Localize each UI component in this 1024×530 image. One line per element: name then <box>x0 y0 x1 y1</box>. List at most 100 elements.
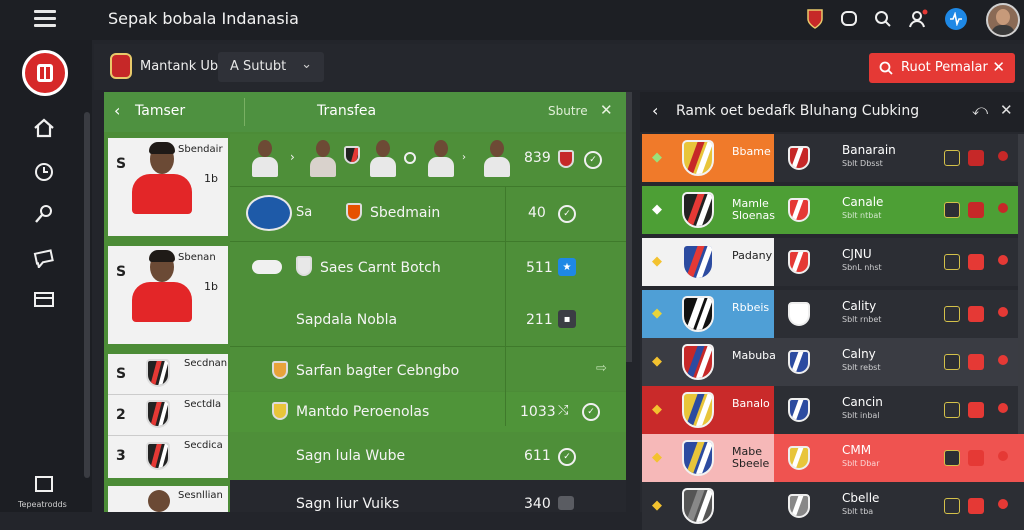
search-icon[interactable] <box>872 8 894 30</box>
return-icon[interactable]: ⤺ <box>972 101 988 119</box>
status-icon[interactable] <box>968 402 984 418</box>
divider <box>244 98 245 126</box>
ranking-row[interactable]: ◆ Mabe Sbeele CMM Sblt Dbar <box>642 434 1024 482</box>
close-icon[interactable]: ✕ <box>1000 101 1013 119</box>
club-card[interactable]: 2 Sectdla <box>108 394 228 435</box>
opponent-name: CJNU SbnL nhst <box>842 248 882 274</box>
opponent-crest-icon <box>788 398 810 422</box>
clock-icon[interactable] <box>30 160 58 184</box>
rank-indicator-icon: ◆ <box>652 450 662 465</box>
back-icon[interactable]: ‹ <box>652 101 658 120</box>
opponent-crest-icon <box>788 302 810 326</box>
shield-icon <box>944 150 960 166</box>
player-thumb <box>310 140 336 178</box>
search-icon[interactable] <box>30 202 58 226</box>
club-card[interactable]: 3 Secdica <box>108 435 228 478</box>
check-icon[interactable]: ✓ <box>584 151 602 169</box>
transfer-row[interactable]: Saes Carnt Botch 511 ★ <box>230 242 626 294</box>
hamburger-menu-icon[interactable] <box>34 10 56 28</box>
club-card[interactable]: S Secdnan <box>108 354 228 394</box>
close-icon[interactable]: ✕ <box>992 58 1005 76</box>
user-alert-icon[interactable] <box>907 8 929 30</box>
season-dropdown[interactable]: A Sutubt ⌄ <box>218 52 324 82</box>
ranking-row[interactable]: ◆ Banalo Cancin Sblt inbal <box>642 386 1024 434</box>
club-crest-icon <box>682 192 714 228</box>
transfer-row[interactable]: › › 839 ✓ <box>230 134 626 186</box>
activity-icon[interactable] <box>945 8 967 30</box>
ranking-row[interactable]: ◆ Cbelle Sblt tba <box>642 482 1024 530</box>
user-avatar[interactable] <box>986 3 1020 37</box>
transfer-row[interactable]: Mantdo Peroenolas 1033 ⤭ ✓ <box>230 392 626 432</box>
opponent-title: Cbelle <box>842 491 880 505</box>
swap-icon[interactable]: ⤭ <box>558 403 568 418</box>
player-thumb <box>484 140 510 178</box>
sidebar-scrollbar[interactable] <box>84 112 90 478</box>
club-badge-icon[interactable] <box>804 8 826 30</box>
check-icon[interactable]: ✓ <box>558 205 576 223</box>
ranking-row[interactable]: ◆ Bbame Banarain Sblt Dbsst <box>642 134 1024 182</box>
club-badge-icon <box>252 260 282 274</box>
row-stat: 1033 <box>520 404 556 420</box>
team-cell: ◆ Banalo <box>642 386 774 434</box>
team-name: Mabuba <box>732 349 776 362</box>
club-crest-icon <box>682 244 714 280</box>
transfer-row[interactable]: Sapdala Nobla 211 ▪ <box>230 294 626 346</box>
transfer-row[interactable]: Sagn lula Wube 611 ✓ <box>230 432 626 480</box>
panel-toggle-icon[interactable] <box>30 472 58 496</box>
chat-bubble-icon[interactable] <box>838 8 860 30</box>
panel-scrollbar[interactable] <box>626 92 632 362</box>
shield-icon <box>944 402 960 418</box>
club-rank: S <box>116 366 127 382</box>
flag-icon[interactable]: ▪ <box>558 310 576 328</box>
club-name: Secdnan <box>184 358 228 369</box>
club-crest-icon <box>110 53 132 79</box>
opponent-title: Calny <box>842 347 876 361</box>
chevron-right-icon: › <box>462 152 466 163</box>
ranking-scrollbar[interactable] <box>1018 134 1024 434</box>
status-icon[interactable] <box>968 150 984 166</box>
back-icon[interactable]: ‹ <box>114 101 120 120</box>
club-crest-icon <box>272 402 288 420</box>
ranking-row[interactable]: ◆ Mamle Sloenas Canale Sblt ntbat <box>642 186 1024 234</box>
status-dot-icon <box>998 255 1008 265</box>
status-icon[interactable] <box>968 354 984 370</box>
ranking-row[interactable]: ◆ Mabuba Calny Sblt rebst <box>642 338 1024 386</box>
flag-icon[interactable] <box>558 496 574 510</box>
transfer-row[interactable]: Sagn liur Vuiks 340 <box>230 480 626 512</box>
status-icon[interactable] <box>968 450 984 466</box>
transfer-row[interactable]: Sarfan bagter Cebngbo ⇨ <box>230 347 626 391</box>
status-icon[interactable] <box>968 202 984 218</box>
ranking-row[interactable]: ◆ Padany CJNU SbnL nhst <box>642 238 1024 286</box>
opponent-title: Canale <box>842 195 884 209</box>
opponent-name: CMM Sblt Dbar <box>842 444 880 470</box>
panel-tab-right[interactable]: Sbutre <box>548 104 588 118</box>
check-icon[interactable]: ✓ <box>558 448 576 466</box>
check-icon[interactable]: ✓ <box>582 403 600 421</box>
team-cell: ◆ <box>642 482 774 530</box>
home-icon[interactable] <box>30 116 58 140</box>
player-card[interactable]: Sesnllian <box>108 486 228 512</box>
club-crest-icon <box>272 361 288 379</box>
club-crest-icon <box>682 440 714 476</box>
wallet-icon[interactable] <box>30 287 58 311</box>
opponent-name: Cality Sblt rnbet <box>842 300 881 326</box>
status-icon[interactable] <box>968 254 984 270</box>
status-dot-icon <box>404 152 416 164</box>
opponent-subtitle: Sblt ntbat <box>842 211 882 220</box>
row-label: Sagn lula Wube <box>296 448 406 464</box>
opponent-name: Cbelle Sblt tba <box>842 492 879 518</box>
shield-icon <box>944 254 960 270</box>
panel-tab-left[interactable]: Tamser <box>135 103 185 119</box>
message-icon[interactable] <box>30 246 58 270</box>
arrow-right-icon[interactable]: ⇨ <box>596 361 607 376</box>
rank-indicator-icon: ◆ <box>652 354 662 369</box>
player-card[interactable]: S Sbendair 1b <box>108 138 228 236</box>
ranking-row[interactable]: ◆ Rbbeis Cality Sblt rnbet <box>642 290 1024 338</box>
status-icon[interactable] <box>968 306 984 322</box>
promo-search-button[interactable]: Ruot Pemalar ✕ <box>869 53 1015 83</box>
club-logo[interactable] <box>22 50 68 96</box>
player-icon[interactable]: ★ <box>558 258 576 276</box>
close-icon[interactable]: ✕ <box>600 101 613 119</box>
player-card[interactable]: S Sbenan 1b <box>108 246 228 344</box>
transfer-row[interactable]: Sa Sbedmain 40 ✓ <box>230 187 626 241</box>
